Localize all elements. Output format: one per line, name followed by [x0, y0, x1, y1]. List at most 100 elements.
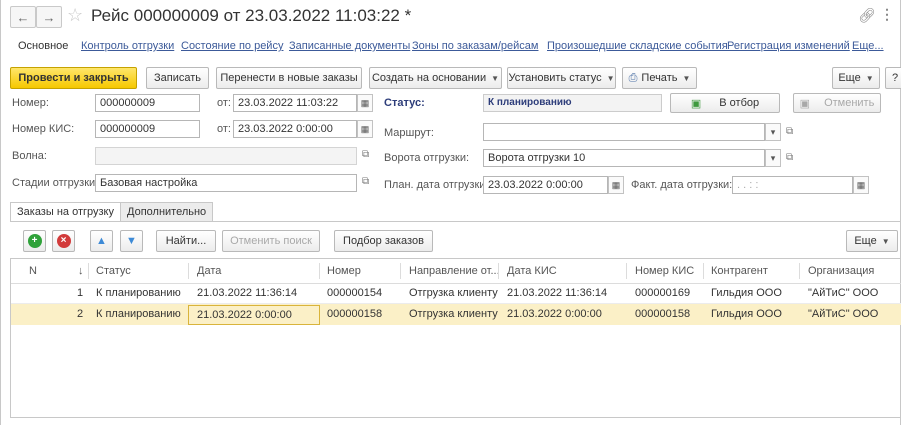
forward-button[interactable]: → [36, 6, 62, 28]
route-field[interactable] [483, 123, 765, 141]
arrow-up-icon: ▲ [96, 235, 107, 247]
column-header[interactable]: Дата [197, 259, 221, 283]
select-orders-button[interactable]: Подбор заказов [334, 230, 433, 252]
status-cell: К планированию [96, 287, 181, 299]
direction-cell: Отгрузка клиенту [409, 308, 498, 320]
open-link-icon[interactable]: ⧉ [362, 149, 369, 160]
open-link-icon[interactable]: ⧉ [786, 126, 793, 137]
calendar-icon[interactable]: ▦ [608, 176, 624, 194]
tab-trip-state[interactable]: Состояние по рейсу [181, 40, 283, 52]
fact-date-label: Факт. дата отгрузки: [631, 179, 733, 191]
tab-warehouse-events[interactable]: Произошедшие складские события [547, 40, 728, 52]
date-field[interactable]: 23.03.2022 11:03:22 [233, 94, 357, 112]
column-header[interactable]: Номер [327, 259, 361, 283]
move-down-button[interactable]: ▼ [120, 230, 143, 252]
column-divider [703, 263, 704, 279]
column-header[interactable]: Контрагент [711, 259, 768, 283]
counterparty-cell: Гильдия ООО [711, 287, 782, 299]
table-row[interactable]: 1 К планированию 21.03.2022 11:36:14 000… [11, 283, 901, 304]
to-selection-button[interactable]: ▣ В отбор [670, 93, 780, 113]
kis-number-field[interactable]: 000000009 [95, 120, 200, 138]
column-header[interactable]: Организация [808, 259, 874, 283]
kis-date-field[interactable]: 23.03.2022 0:00:00 [233, 120, 357, 138]
status-cell: К планированию [96, 308, 181, 320]
print-button[interactable]: ⎙ Печать ▼ [622, 67, 697, 89]
post-and-close-button[interactable]: Провести и закрыть [10, 67, 137, 89]
tab-more[interactable]: Еще... [852, 40, 884, 52]
direction-cell: Отгрузка клиенту [409, 287, 498, 299]
tab-change-log[interactable]: Регистрация изменений [727, 40, 850, 52]
printer-icon: ⎙ [628, 71, 638, 84]
sort-arrow-icon[interactable]: ↓ [78, 259, 84, 283]
chevron-down-icon[interactable]: ▾ [765, 123, 781, 141]
column-header[interactable]: Направление от... [409, 259, 500, 283]
arrow-left-icon: ← [16, 9, 30, 25]
calendar-icon[interactable]: ▦ [853, 176, 869, 194]
move-to-new-orders-button[interactable]: Перенести в новые заказы [216, 67, 362, 89]
tab-recorded-documents[interactable]: Записанные документы [289, 40, 410, 52]
tabs-divider [10, 221, 901, 222]
column-header[interactable]: Дата КИС [507, 259, 557, 283]
gate-field[interactable]: Ворота отгрузки 10 [483, 149, 765, 167]
table-more-label: Еще [854, 235, 877, 247]
cancel-icon: ▣ [799, 97, 811, 110]
calendar-icon[interactable]: ▦ [357, 94, 373, 112]
cancel-status-button[interactable]: ▣ Отменить [793, 93, 881, 113]
more-button[interactable]: Еще ▼ [832, 67, 880, 89]
selection-icon: ▣ [690, 97, 702, 110]
window-border-left [0, 0, 1, 425]
link-icon[interactable]: 🔗︎ [858, 7, 876, 24]
set-status-button[interactable]: Установить статус ▼ [507, 67, 616, 89]
column-header[interactable]: N [29, 259, 37, 283]
column-header[interactable]: Статус [96, 259, 131, 283]
move-up-button[interactable]: ▲ [90, 230, 113, 252]
table-more-button[interactable]: Еще ▼ [846, 230, 898, 252]
chevron-down-icon: ▼ [881, 236, 890, 246]
status-label: Статус: [384, 97, 425, 109]
arrow-down-icon: ▼ [126, 235, 137, 247]
save-button[interactable]: Записать [146, 67, 209, 89]
set-status-label: Установить статус [508, 72, 602, 84]
kis-date-cell: 21.03.2022 11:36:14 [507, 287, 608, 299]
calendar-icon[interactable]: ▦ [357, 120, 373, 138]
kis-number-cell: 000000158 [635, 308, 691, 320]
column-divider [498, 263, 499, 279]
more-vertical-icon[interactable]: ⋮ [880, 6, 894, 23]
tab-additional[interactable]: Дополнительно [120, 202, 214, 222]
table-row-selected[interactable]: 2 К планированию 21.03.2022 0:00:00 0000… [11, 304, 901, 325]
kis-date-from-label: от: [217, 123, 231, 135]
date-cell-focused[interactable]: 21.03.2022 0:00:00 [188, 305, 320, 325]
close-icon: × [56, 234, 71, 248]
create-based-on-button[interactable]: Создать на основании ▼ [369, 67, 502, 89]
shipment-stages-label: Стадии отгрузки: [12, 177, 99, 189]
plan-date-label: План. дата отгрузки: [384, 179, 489, 191]
more-label: Еще [838, 72, 861, 84]
back-button[interactable]: ← [10, 6, 36, 28]
open-link-icon[interactable]: ⧉ [786, 152, 793, 163]
find-button[interactable]: Найти... [156, 230, 216, 252]
tab-shipment-orders[interactable]: Заказы на отгрузку [10, 202, 121, 222]
tab-shipment-control[interactable]: Контроль отгрузки [81, 40, 174, 52]
kis-date-cell: 21.03.2022 0:00:00 [507, 308, 602, 320]
number-field[interactable]: 000000009 [95, 94, 200, 112]
chevron-down-icon[interactable]: ▾ [765, 149, 781, 167]
chevron-down-icon: ▼ [606, 73, 615, 83]
cancel-search-button[interactable]: Отменить поиск [222, 230, 320, 252]
row-number-cell: 1 [77, 287, 84, 299]
wave-label: Волна: [12, 150, 47, 162]
tab-main[interactable]: Основное [18, 40, 68, 52]
status-value: К планированию [483, 94, 662, 112]
help-button[interactable]: ? [885, 67, 901, 89]
tab-zones[interactable]: Зоны по заказам/рейсам [412, 40, 538, 52]
star-icon[interactable]: ☆ [67, 5, 83, 25]
column-header[interactable]: Номер КИС [635, 259, 694, 283]
plan-date-field[interactable]: 23.03.2022 0:00:00 [483, 176, 608, 194]
shipment-stages-field[interactable]: Базовая настройка [95, 174, 357, 192]
orders-table: N ↓ Статус Дата Номер Направление от... … [10, 258, 901, 418]
date-cell: 21.03.2022 11:36:14 [197, 287, 298, 299]
fact-date-field[interactable]: . . : : [732, 176, 853, 194]
open-link-icon[interactable]: ⧉ [362, 176, 369, 187]
gate-label: Ворота отгрузки: [384, 152, 470, 164]
delete-row-button[interactable]: × [52, 230, 75, 252]
add-row-button[interactable]: + [23, 230, 46, 252]
